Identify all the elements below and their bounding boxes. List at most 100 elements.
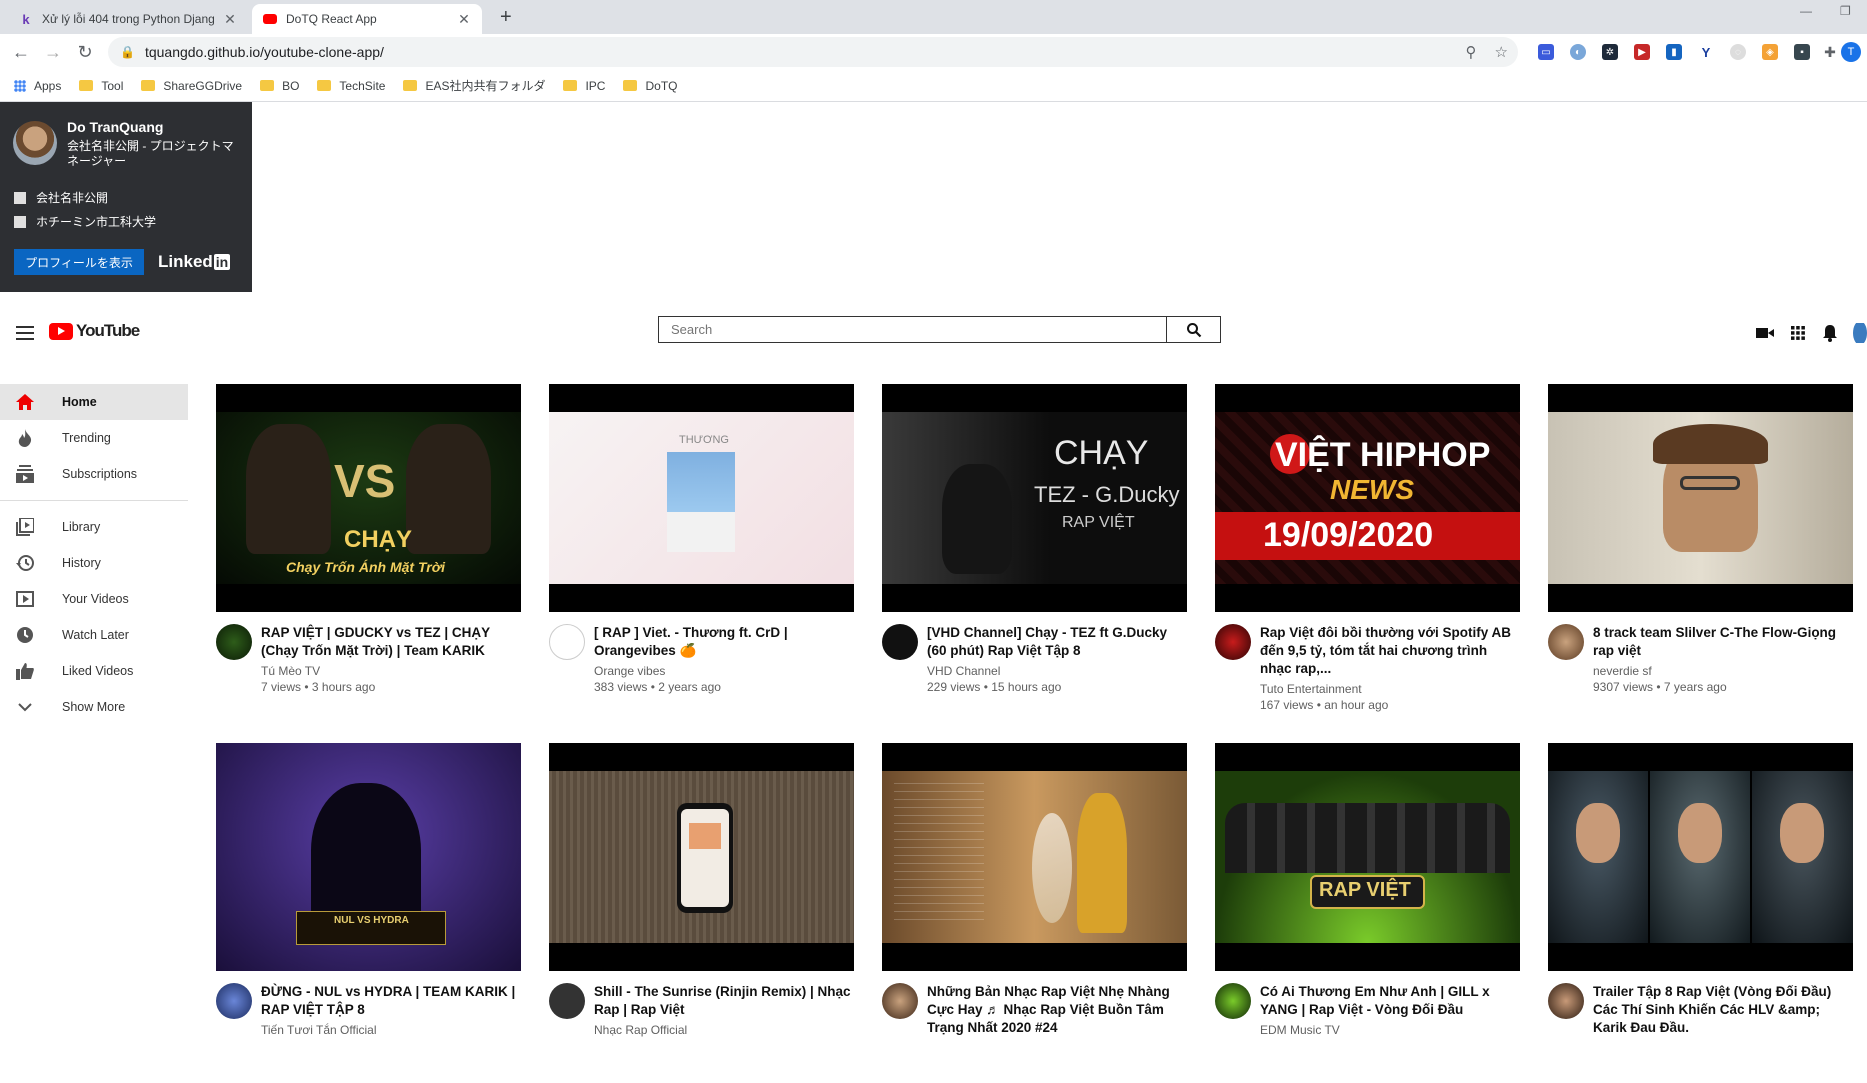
video-thumbnail[interactable]: RAP VIỆT <box>1215 743 1520 971</box>
channel-avatar[interactable] <box>1548 624 1584 660</box>
video-title[interactable]: Có Ai Thương Em Như Anh | GILL x YANG | … <box>1260 983 1520 1019</box>
extension-icon[interactable]: ▮ <box>1666 44 1682 60</box>
video-thumbnail[interactable]: NUL VS HYDRA <box>216 743 521 971</box>
close-tab-icon[interactable]: ✕ <box>222 11 238 28</box>
extension-icon[interactable]: ▪ <box>1794 44 1810 60</box>
extension-icon[interactable]: ▶ <box>1634 44 1650 60</box>
bookmark-folder[interactable]: DoTQ <box>623 79 678 93</box>
video-title[interactable]: Trailer Tập 8 Rap Việt (Vòng Đối Đầu) Cá… <box>1593 983 1853 1037</box>
user-avatar-icon[interactable] <box>1853 323 1867 343</box>
create-video-icon[interactable] <box>1755 323 1775 343</box>
video-card[interactable]: THƯƠNG [ RAP ] Viet. - Thương ft. CrD | … <box>549 384 854 724</box>
channel-name[interactable]: Orange vibes <box>594 664 665 678</box>
video-card[interactable]: RAP VIỆT Có Ai Thương Em Như Anh | GILL … <box>1215 743 1520 1083</box>
channel-avatar[interactable] <box>1548 983 1584 1019</box>
sidebar-item-history[interactable]: History <box>0 545 188 581</box>
channel-avatar[interactable] <box>216 983 252 1019</box>
extension-icon[interactable]: ▭ <box>1538 44 1554 60</box>
notifications-bell-icon[interactable] <box>1820 323 1840 343</box>
sidebar-item-subscriptions[interactable]: Subscriptions <box>0 456 188 492</box>
extensions-puzzle-icon[interactable]: ✚ <box>1822 44 1838 60</box>
address-bar[interactable]: 🔒 tquangdo.github.io/youtube-clone-app/ … <box>108 37 1518 67</box>
video-title[interactable]: Rap Việt đôi bồi thường với Spotify AB đ… <box>1260 624 1520 678</box>
extension-icon[interactable]: Y <box>1698 44 1714 60</box>
channel-avatar[interactable] <box>882 624 918 660</box>
extension-icon[interactable]: ◈ <box>1762 44 1778 60</box>
back-icon[interactable]: ← <box>10 42 32 63</box>
apps-icon[interactable] <box>1788 323 1808 343</box>
channel-name[interactable]: Tiến Tươi Tắn Official <box>261 1023 377 1037</box>
extension-icon[interactable]: ◐ <box>1570 44 1586 60</box>
sidebar-item-watch-later[interactable]: Watch Later <box>0 617 188 653</box>
channel-name[interactable]: Tú Mèo TV <box>261 664 320 678</box>
profile-avatar[interactable]: T <box>1841 42 1861 62</box>
bookmark-folder[interactable]: TechSite <box>317 79 385 93</box>
channel-avatar[interactable] <box>1215 983 1251 1019</box>
minimize-icon[interactable]: — <box>1800 4 1812 18</box>
sidebar-item-label: Show More <box>62 700 126 714</box>
video-card[interactable]: NUL VS HYDRA ĐỪNG - NUL vs HYDRA | TEAM … <box>216 743 521 1083</box>
bookmark-folder[interactable]: EAS社内共有フォルダ <box>403 77 545 94</box>
channel-avatar[interactable] <box>882 983 918 1019</box>
video-title[interactable]: [ RAP ] Viet. - Thương ft. CrD | Orangev… <box>594 624 854 660</box>
extension-icon[interactable]: ✲ <box>1602 44 1618 60</box>
video-thumbnail[interactable]: CHẠY TEZ - G.Ducky RAP VIỆT <box>882 384 1187 612</box>
channel-avatar[interactable] <box>216 624 252 660</box>
forward-icon[interactable]: → <box>42 42 64 63</box>
reload-icon[interactable]: ↻ <box>74 42 96 63</box>
bookmark-folder[interactable]: ShareGGDrive <box>141 79 242 93</box>
youtube-logo[interactable]: YouTube <box>49 321 140 341</box>
bookmark-star-icon[interactable]: ☆ <box>1495 43 1508 61</box>
video-card[interactable]: Trailer Tập 8 Rap Việt (Vòng Đối Đầu) Cá… <box>1548 743 1853 1083</box>
browser-tab-2[interactable]: DoTQ React App ✕ <box>252 4 482 34</box>
bookmark-folder[interactable]: IPC <box>563 79 605 93</box>
sidebar-item-show-more[interactable]: Show More <box>0 689 188 725</box>
video-title[interactable]: [VHD Channel] Chạy - TEZ ft G.Ducky (60 … <box>927 624 1187 660</box>
video-card[interactable]: Những Bản Nhạc Rap Việt Nhẹ Nhàng Cực Ha… <box>882 743 1187 1083</box>
channel-name[interactable]: neverdie sf <box>1593 664 1652 678</box>
channel-avatar[interactable] <box>549 624 585 660</box>
browser-tab-1[interactable]: k Xử lý lỗi 404 trong Python Djang ✕ <box>8 4 248 34</box>
channel-avatar[interactable] <box>1215 624 1251 660</box>
bookmark-apps[interactable]: Apps <box>14 79 61 93</box>
video-card[interactable]: CHẠY TEZ - G.Ducky RAP VIỆT [VHD Channel… <box>882 384 1187 724</box>
video-thumbnail[interactable] <box>882 743 1187 971</box>
sidebar-item-liked-videos[interactable]: Liked Videos <box>0 653 188 689</box>
channel-avatar[interactable] <box>549 983 585 1019</box>
restore-icon[interactable]: ❐ <box>1840 4 1851 18</box>
video-thumbnail[interactable] <box>1548 384 1853 612</box>
search-input[interactable] <box>659 317 1166 342</box>
video-thumbnail[interactable]: VS CHẠY Chạy Trốn Ánh Mặt Trời <box>216 384 521 612</box>
video-card[interactable]: VS CHẠY Chạy Trốn Ánh Mặt Trời RAP VIỆT … <box>216 384 521 724</box>
close-tab-icon[interactable]: ✕ <box>456 11 472 28</box>
video-thumbnail[interactable]: THƯƠNG <box>549 384 854 612</box>
folder-icon <box>260 80 275 91</box>
video-title[interactable]: RAP VIỆT | GDUCKY vs TEZ | CHẠY (Chạy Tr… <box>261 624 521 660</box>
view-profile-button[interactable]: プロフィールを表示 <box>14 249 144 275</box>
video-title[interactable]: ĐỪNG - NUL vs HYDRA | TEAM KARIK | RAP V… <box>261 983 521 1019</box>
channel-name[interactable]: Nhạc Rap Official <box>594 1023 687 1037</box>
video-thumbnail[interactable] <box>1548 743 1853 971</box>
video-thumbnail[interactable] <box>549 743 854 971</box>
video-card[interactable]: Shill - The Sunrise (Rinjin Remix) | Nhạ… <box>549 743 854 1083</box>
video-thumbnail[interactable]: VIỆT HIPHOP NEWS 19/09/2020 <box>1215 384 1520 612</box>
channel-name[interactable]: VHD Channel <box>927 664 1000 678</box>
video-title[interactable]: Những Bản Nhạc Rap Việt Nhẹ Nhàng Cực Ha… <box>927 983 1187 1037</box>
sidebar-item-home[interactable]: Home <box>0 384 188 420</box>
sidebar-item-trending[interactable]: Trending <box>0 420 188 456</box>
new-tab-icon[interactable]: + <box>500 6 512 29</box>
bookmark-folder[interactable]: Tool <box>79 79 123 93</box>
channel-name[interactable]: Tuto Entertainment <box>1260 682 1362 696</box>
video-card[interactable]: 8 track team Slilver C-The Flow-Giọng ra… <box>1548 384 1853 724</box>
video-title[interactable]: Shill - The Sunrise (Rinjin Remix) | Nhạ… <box>594 983 854 1019</box>
video-title[interactable]: 8 track team Slilver C-The Flow-Giọng ra… <box>1593 624 1853 660</box>
video-card[interactable]: VIỆT HIPHOP NEWS 19/09/2020 Rap Việt đôi… <box>1215 384 1520 724</box>
bookmark-folder[interactable]: BO <box>260 79 299 93</box>
zoom-icon[interactable]: ⚲ <box>1466 43 1477 61</box>
sidebar-item-library[interactable]: Library <box>0 509 188 545</box>
search-button[interactable] <box>1166 317 1220 342</box>
extension-icon[interactable]: ◌ <box>1730 44 1746 60</box>
menu-icon[interactable] <box>16 326 34 344</box>
channel-name[interactable]: EDM Music TV <box>1260 1023 1340 1037</box>
sidebar-item-your-videos[interactable]: Your Videos <box>0 581 188 617</box>
